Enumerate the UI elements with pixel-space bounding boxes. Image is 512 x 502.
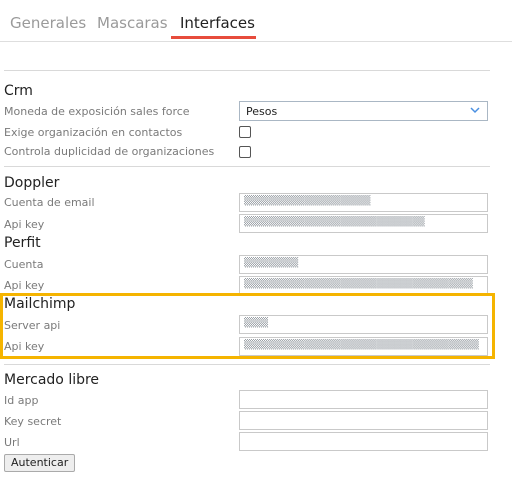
mailchimp-api-input[interactable]: ▒▒▒▒▒▒▒▒▒▒▒▒▒▒▒▒▒▒▒▒▒▒▒▒▒▒▒▒▒▒▒▒▒▒▒▒▒▒▒ xyxy=(239,337,488,356)
mercado-id-label: Id app xyxy=(4,394,39,407)
doppler-email-label: Cuenta de email xyxy=(4,196,95,209)
mailchimp-api-masked: ▒▒▒▒▒▒▒▒▒▒▒▒▒▒▒▒▒▒▒▒▒▒▒▒▒▒▒▒▒▒▒▒▒▒▒▒▒▒▒ xyxy=(244,339,479,350)
currency-select[interactable]: Pesos xyxy=(239,101,488,121)
tab-bar: Generales Mascaras Interfaces xyxy=(0,0,512,42)
doppler-api-masked: ▒▒▒▒▒▒▒▒▒▒▒▒▒▒▒▒▒▒▒▒▒▒▒▒▒▒▒▒▒▒ xyxy=(244,216,425,227)
section-title-mercado-libre: Mercado libre xyxy=(4,372,100,388)
require-org-label: Exige organización en contactos xyxy=(4,126,183,139)
doppler-email-input[interactable]: ▒▒▒▒▒▒▒▒▒▒▒▒▒▒▒▒▒▒▒▒▒ xyxy=(239,193,488,212)
mercado-url-input[interactable] xyxy=(239,432,488,451)
currency-label: Moneda de exposición sales force xyxy=(4,105,190,118)
mercado-secret-input[interactable] xyxy=(239,411,488,430)
currency-select-value: Pesos xyxy=(246,105,278,118)
section-title-mailchimp: Mailchimp xyxy=(4,296,76,312)
perfit-api-masked: ▒▒▒▒▒▒▒▒▒▒▒▒▒▒▒▒▒▒▒▒▒▒▒▒▒▒▒▒▒▒▒▒▒▒▒▒▒▒ xyxy=(244,278,473,289)
mailchimp-server-input[interactable]: ▒▒▒▒ xyxy=(239,315,488,334)
dup-org-label: Controla duplicidad de organizaciones xyxy=(4,145,215,158)
tab-interfaces[interactable]: Interfaces xyxy=(180,14,255,32)
divider xyxy=(4,166,490,167)
require-org-checkbox[interactable] xyxy=(239,126,251,138)
perfit-api-label: Api key xyxy=(4,279,45,292)
chevron-down-icon xyxy=(470,107,480,114)
mercado-secret-label: Key secret xyxy=(4,415,62,428)
mercado-id-input[interactable] xyxy=(239,390,488,409)
perfit-account-input[interactable]: ▒▒▒▒▒▒▒▒▒ xyxy=(239,255,488,274)
authenticate-button[interactable]: Autenticar xyxy=(4,454,76,472)
divider xyxy=(4,364,490,365)
perfit-account-label: Cuenta xyxy=(4,258,44,271)
tab-generales[interactable]: Generales xyxy=(10,14,86,32)
perfit-account-masked: ▒▒▒▒▒▒▒▒▒ xyxy=(244,257,299,268)
mailchimp-server-masked: ▒▒▒▒ xyxy=(244,317,269,328)
active-tab-indicator xyxy=(171,36,256,39)
doppler-email-masked: ▒▒▒▒▒▒▒▒▒▒▒▒▒▒▒▒▒▒▒▒▒ xyxy=(244,195,371,206)
mailchimp-server-label: Server api xyxy=(4,319,61,332)
tab-mascaras[interactable]: Mascaras xyxy=(97,14,168,32)
section-title-perfit: Perfit xyxy=(4,235,41,251)
section-title-crm: Crm xyxy=(4,83,33,99)
dup-org-checkbox[interactable] xyxy=(239,146,251,158)
section-title-doppler: Doppler xyxy=(4,175,60,191)
divider xyxy=(4,70,490,71)
mailchimp-api-label: Api key xyxy=(4,340,45,353)
mercado-url-label: Url xyxy=(4,436,20,449)
doppler-api-input[interactable]: ▒▒▒▒▒▒▒▒▒▒▒▒▒▒▒▒▒▒▒▒▒▒▒▒▒▒▒▒▒▒ xyxy=(239,214,488,233)
doppler-api-label: Api key xyxy=(4,218,45,231)
